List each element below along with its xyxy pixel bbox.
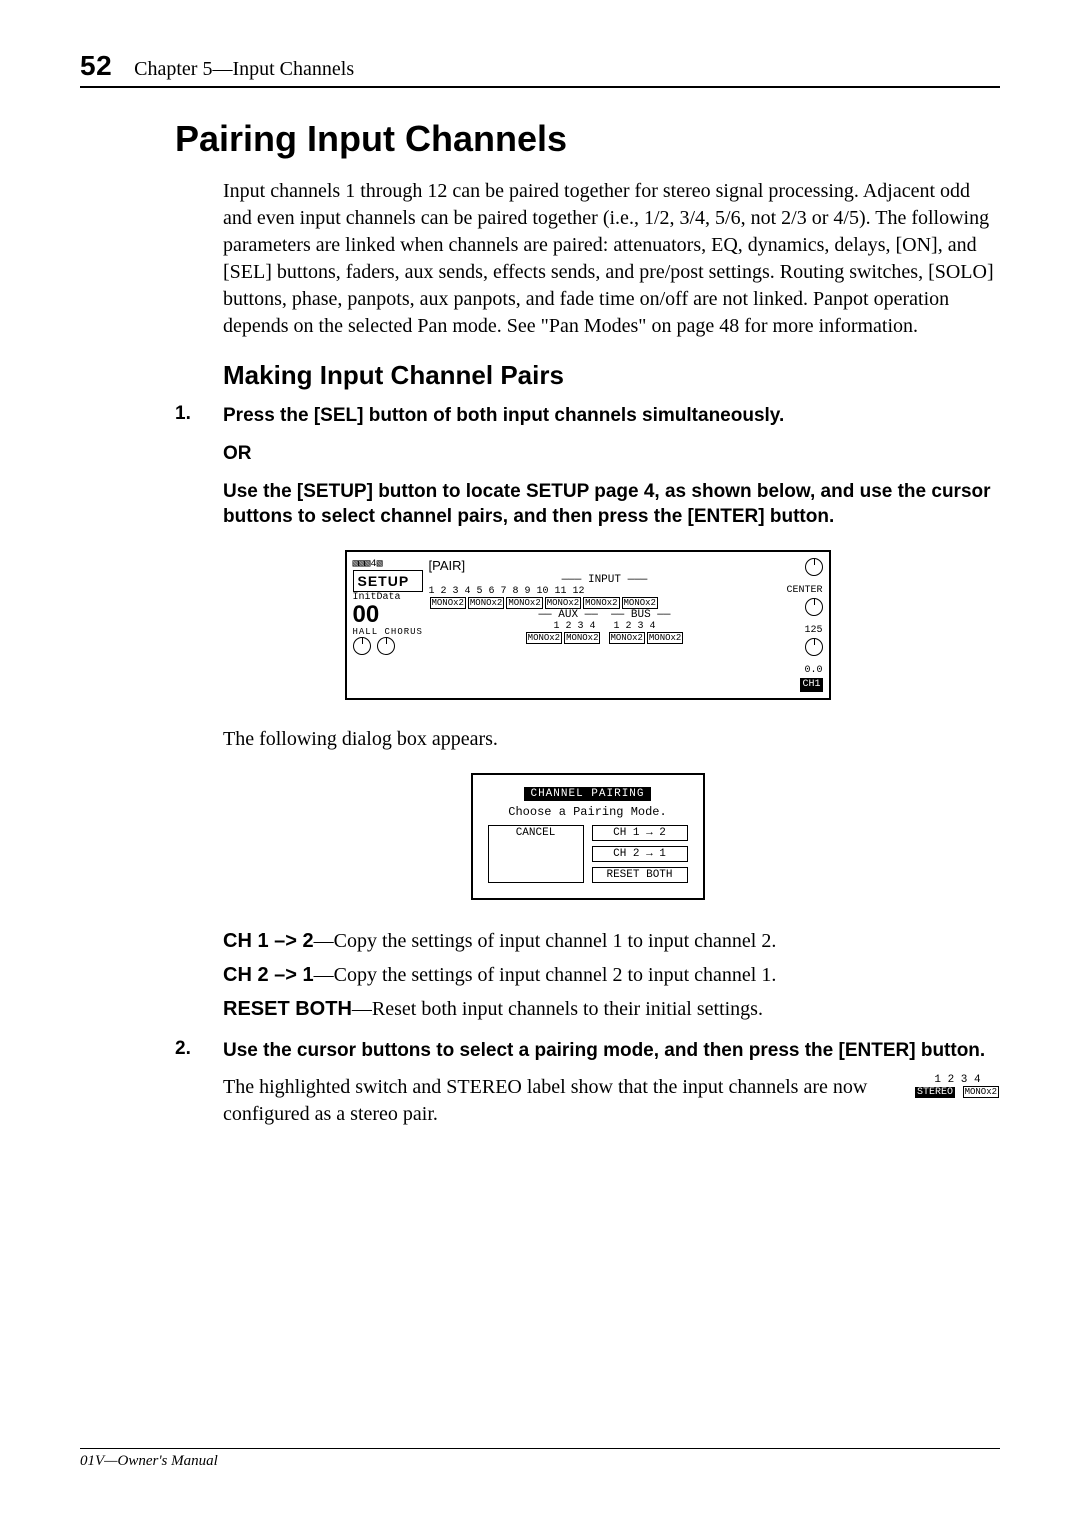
page-header: 52 Chapter 5—Input Channels xyxy=(80,50,1000,88)
mono-box: MONOx2 xyxy=(506,597,542,609)
mono-box: MONOx2 xyxy=(622,597,658,609)
step-2-number: 2. xyxy=(175,1038,223,1064)
chapter-line: Chapter 5—Input Channels xyxy=(134,58,354,81)
page-number: 52 xyxy=(80,50,112,82)
mono-box: MONOx2 xyxy=(963,1086,999,1098)
def-reset-both-key: RESET BOTH xyxy=(223,998,352,1020)
mono-box: MONOx2 xyxy=(647,632,683,644)
def-ch1-2-key: CH 1 –> 2 xyxy=(223,930,314,952)
def-ch2-1: CH 2 –> 1—Copy the settings of input cha… xyxy=(223,960,1000,990)
mono-box: MONOx2 xyxy=(609,632,645,644)
step-2: 2. Use the cursor buttons to select a pa… xyxy=(175,1038,1000,1064)
section-intro: Input channels 1 through 12 can be paire… xyxy=(223,178,1000,340)
bus-label: BUS xyxy=(631,609,651,621)
step-1: 1. Press the [SEL] button of both input … xyxy=(175,403,1000,429)
cancel-button[interactable]: CANCEL xyxy=(488,825,584,883)
reset-both-button[interactable]: RESET BOTH xyxy=(592,867,688,883)
subsection-title: Making Input Channel Pairs xyxy=(223,360,1000,391)
figure-pairing-dialog: CHANNEL PAIRING Choose a Pairing Mode. C… xyxy=(471,773,705,900)
mono-box: MONOx2 xyxy=(430,597,466,609)
input-numbers: 1 2 3 4 5 6 7 8 9 10 11 12 xyxy=(429,586,585,597)
after-fig1-text: The following dialog box appears. xyxy=(223,726,1000,753)
mono-box: MONOx2 xyxy=(468,597,504,609)
step-1-alt-spacer xyxy=(175,479,223,530)
knob-icon xyxy=(377,637,395,655)
knob-icon xyxy=(805,598,823,616)
step-2-result-text: The highlighted switch and STEREO label … xyxy=(223,1074,901,1128)
mono-box: MONOx2 xyxy=(545,597,581,609)
mono-box: MONOx2 xyxy=(564,632,600,644)
center-label: CENTER xyxy=(786,584,822,598)
dialog-prompt: Choose a Pairing Mode. xyxy=(483,805,693,819)
figure-setup-page: ▧▧▧4▧ SETUP InitData 00 HALL CHORUS [PAI… xyxy=(345,550,831,700)
page-footer: 01V—Owner's Manual xyxy=(80,1448,1000,1470)
body-column: Pairing Input Channels Input channels 1 … xyxy=(175,118,1000,1128)
step-2-text: Use the cursor buttons to select a pairi… xyxy=(223,1038,1000,1064)
ch1-label: CH1 xyxy=(800,678,822,692)
chorus-label: CHORUS xyxy=(385,627,423,637)
knob-icon xyxy=(353,637,371,655)
input-label: INPUT xyxy=(588,574,621,586)
def-ch1-2: CH 1 –> 2—Copy the settings of input cha… xyxy=(223,926,1000,956)
ch2-to-1-button[interactable]: CH 2 → 1 xyxy=(592,846,688,862)
mono-box: MONOx2 xyxy=(583,597,619,609)
step-2-result-row: The highlighted switch and STEREO label … xyxy=(223,1074,1000,1128)
ch1-to-2-button[interactable]: CH 1 → 2 xyxy=(592,825,688,841)
dialog-title: CHANNEL PAIRING xyxy=(524,787,650,801)
bus-numbers: 1 2 3 4 xyxy=(614,621,656,632)
def-ch2-1-key: CH 2 –> 1 xyxy=(223,964,314,986)
setup-label: SETUP xyxy=(353,570,423,592)
def-reset-both-text: —Reset both input channels to their init… xyxy=(352,998,763,1020)
mono-box: MONOx2 xyxy=(526,632,562,644)
step-1-alt: Use the [SETUP] button to locate SETUP p… xyxy=(175,479,1000,530)
figure-stereo-pair: 1 2 3 4 STEREO MONOx2 xyxy=(915,1074,1000,1098)
thumb-numbers: 1 2 3 4 xyxy=(915,1074,1000,1086)
pair-tag: [PAIR] xyxy=(429,558,466,573)
or-separator: OR xyxy=(223,443,1000,465)
knob-icon xyxy=(805,558,823,576)
value-125: 125 xyxy=(786,624,822,638)
aux-label: AUX xyxy=(558,609,578,621)
hall-label: HALL xyxy=(353,627,379,637)
page: 52 Chapter 5—Input Channels Pairing Inpu… xyxy=(0,0,1080,1510)
def-ch1-2-text: —Copy the settings of input channel 1 to… xyxy=(314,930,777,952)
step-1-alt-text: Use the [SETUP] button to locate SETUP p… xyxy=(223,479,1000,530)
value-0-0: 0.0 xyxy=(786,664,822,678)
def-reset-both: RESET BOTH—Reset both input channels to … xyxy=(223,994,1000,1024)
aux-numbers: 1 2 3 4 xyxy=(553,621,595,632)
value-00: 00 xyxy=(353,603,423,627)
step-1-number: 1. xyxy=(175,403,223,429)
stereo-label: STEREO xyxy=(915,1087,955,1098)
section-title: Pairing Input Channels xyxy=(175,118,1000,160)
knob-icon xyxy=(805,638,823,656)
def-ch2-1-text: —Copy the settings of input channel 2 to… xyxy=(314,964,777,986)
step-1-text: Press the [SEL] button of both input cha… xyxy=(223,403,1000,429)
